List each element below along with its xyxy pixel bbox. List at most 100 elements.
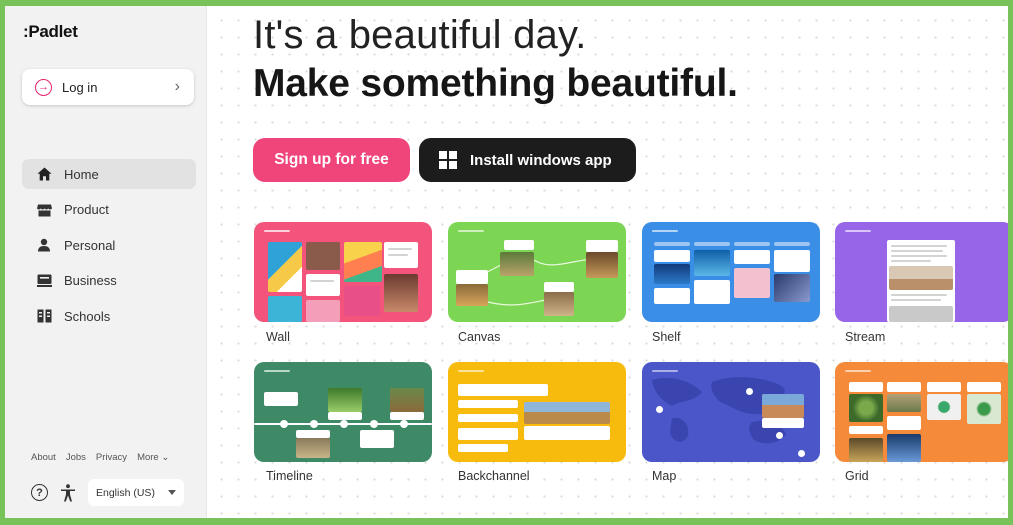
post-card bbox=[694, 280, 730, 304]
post-card bbox=[774, 250, 810, 272]
post-card bbox=[390, 412, 424, 420]
login-arrow-icon: → bbox=[35, 78, 52, 96]
thumbnail-image bbox=[694, 250, 730, 276]
more-link[interactable]: More ⌄ bbox=[137, 452, 169, 463]
post-card bbox=[967, 382, 1001, 392]
thumbnail-image bbox=[586, 252, 618, 278]
windows-logo-icon bbox=[439, 151, 457, 169]
map-pin-icon[interactable] bbox=[798, 450, 805, 457]
sidebar-item-label: Product bbox=[64, 202, 109, 217]
privacy-link[interactable]: Privacy bbox=[96, 452, 127, 463]
person-icon bbox=[36, 237, 52, 253]
format-tile-wall[interactable] bbox=[254, 222, 432, 322]
post-card bbox=[360, 430, 394, 448]
jobs-link[interactable]: Jobs bbox=[66, 452, 86, 463]
post-card bbox=[328, 412, 362, 420]
padlet-logo[interactable]: :Padlet bbox=[23, 22, 78, 42]
sidebar-item-label: Personal bbox=[64, 237, 116, 253]
post-card bbox=[887, 416, 921, 430]
thumbnail-image bbox=[268, 296, 302, 322]
thumbnail-image bbox=[887, 394, 921, 412]
format-tile-map[interactable] bbox=[642, 362, 820, 462]
thumbnail-image bbox=[306, 242, 340, 270]
format-label: Grid bbox=[845, 469, 869, 483]
thumbnail-image bbox=[296, 438, 330, 458]
hero-heading-line1: It's a beautiful day. bbox=[253, 13, 587, 57]
post-card bbox=[544, 282, 574, 292]
sidebar: :Padlet → Log in › Home Product Personal… bbox=[5, 6, 207, 518]
sidebar-item-label: Schools bbox=[64, 308, 111, 324]
post-card bbox=[849, 426, 883, 434]
post-card bbox=[762, 418, 804, 428]
language-value: English (US) bbox=[96, 486, 155, 499]
install-label: Install windows app bbox=[470, 151, 612, 169]
thumbnail-image bbox=[524, 402, 610, 424]
thumbnail-image bbox=[849, 438, 883, 462]
format-label: Wall bbox=[266, 330, 290, 344]
map-pin-icon[interactable] bbox=[776, 432, 783, 439]
post-card bbox=[734, 250, 770, 264]
post-card bbox=[887, 382, 921, 392]
format-label: Canvas bbox=[458, 330, 501, 344]
post-card bbox=[849, 382, 883, 392]
login-button[interactable]: → Log in › bbox=[22, 69, 194, 105]
post-card bbox=[458, 400, 518, 408]
format-tile-stream[interactable] bbox=[835, 222, 1008, 322]
map-pin-icon[interactable] bbox=[746, 388, 753, 395]
signup-button[interactable]: Sign up for free bbox=[253, 138, 410, 182]
product-icon bbox=[36, 202, 52, 218]
map-pin-icon[interactable] bbox=[656, 406, 663, 413]
login-label: Log in bbox=[62, 79, 98, 95]
post-card bbox=[504, 240, 534, 250]
post-card bbox=[296, 430, 330, 438]
sidebar-item-label: Home bbox=[64, 166, 99, 182]
thumbnail-image bbox=[774, 274, 810, 302]
thumbnail-image bbox=[849, 394, 883, 422]
sidebar-nav: Home Product Personal Business Schools bbox=[22, 159, 196, 337]
thumbnail-image bbox=[456, 284, 488, 306]
thumbnail-image bbox=[344, 242, 382, 282]
format-label: Map bbox=[652, 469, 677, 483]
thumbnail-image bbox=[268, 242, 302, 292]
help-icon[interactable]: ? bbox=[31, 484, 48, 501]
thumbnail-image bbox=[887, 434, 921, 462]
sidebar-item-personal[interactable]: Personal bbox=[22, 230, 196, 260]
thumbnail-image bbox=[328, 388, 362, 412]
accessibility-icon[interactable] bbox=[60, 483, 76, 502]
sidebar-item-product[interactable]: Product bbox=[22, 195, 196, 225]
install-windows-app-button[interactable]: Install windows app bbox=[419, 138, 636, 182]
sidebar-item-schools[interactable]: Schools bbox=[22, 301, 196, 331]
format-tile-timeline[interactable] bbox=[254, 362, 432, 462]
format-label: Timeline bbox=[266, 469, 313, 483]
format-tile-canvas[interactable] bbox=[448, 222, 626, 322]
format-label: Stream bbox=[845, 330, 886, 344]
post-card bbox=[654, 288, 690, 304]
post-card bbox=[524, 426, 610, 440]
footer-links: About Jobs Privacy More ⌄ bbox=[31, 452, 169, 463]
sidebar-item-business[interactable]: Business bbox=[22, 266, 196, 296]
post-card bbox=[456, 270, 488, 284]
format-tile-shelf[interactable] bbox=[642, 222, 820, 322]
post-card bbox=[654, 250, 690, 262]
post-card bbox=[458, 444, 508, 452]
post-card bbox=[458, 414, 518, 422]
format-tile-grid[interactable] bbox=[835, 362, 1008, 462]
thumbnail-image bbox=[344, 286, 380, 316]
footer-controls: ? English (US) bbox=[31, 479, 184, 506]
post-card bbox=[927, 382, 961, 392]
thumbnail-image bbox=[889, 306, 953, 322]
thumbnail-image bbox=[734, 268, 770, 298]
post-card bbox=[458, 428, 518, 440]
sidebar-item-home[interactable]: Home bbox=[22, 159, 196, 189]
main-content: It's a beautiful day. Make something bea… bbox=[207, 6, 1008, 518]
thumbnail-image bbox=[967, 394, 1001, 424]
post-card bbox=[306, 274, 340, 296]
about-link[interactable]: About bbox=[31, 452, 56, 463]
thumbnail-image bbox=[889, 266, 953, 290]
window-frame: :Padlet → Log in › Home Product Personal… bbox=[0, 0, 1013, 525]
business-icon bbox=[36, 273, 52, 289]
hero-heading-line2: Make something beautiful. bbox=[253, 62, 738, 105]
format-tile-backchannel[interactable] bbox=[448, 362, 626, 462]
thumbnail-image bbox=[390, 388, 424, 412]
language-select[interactable]: English (US) bbox=[88, 479, 184, 506]
